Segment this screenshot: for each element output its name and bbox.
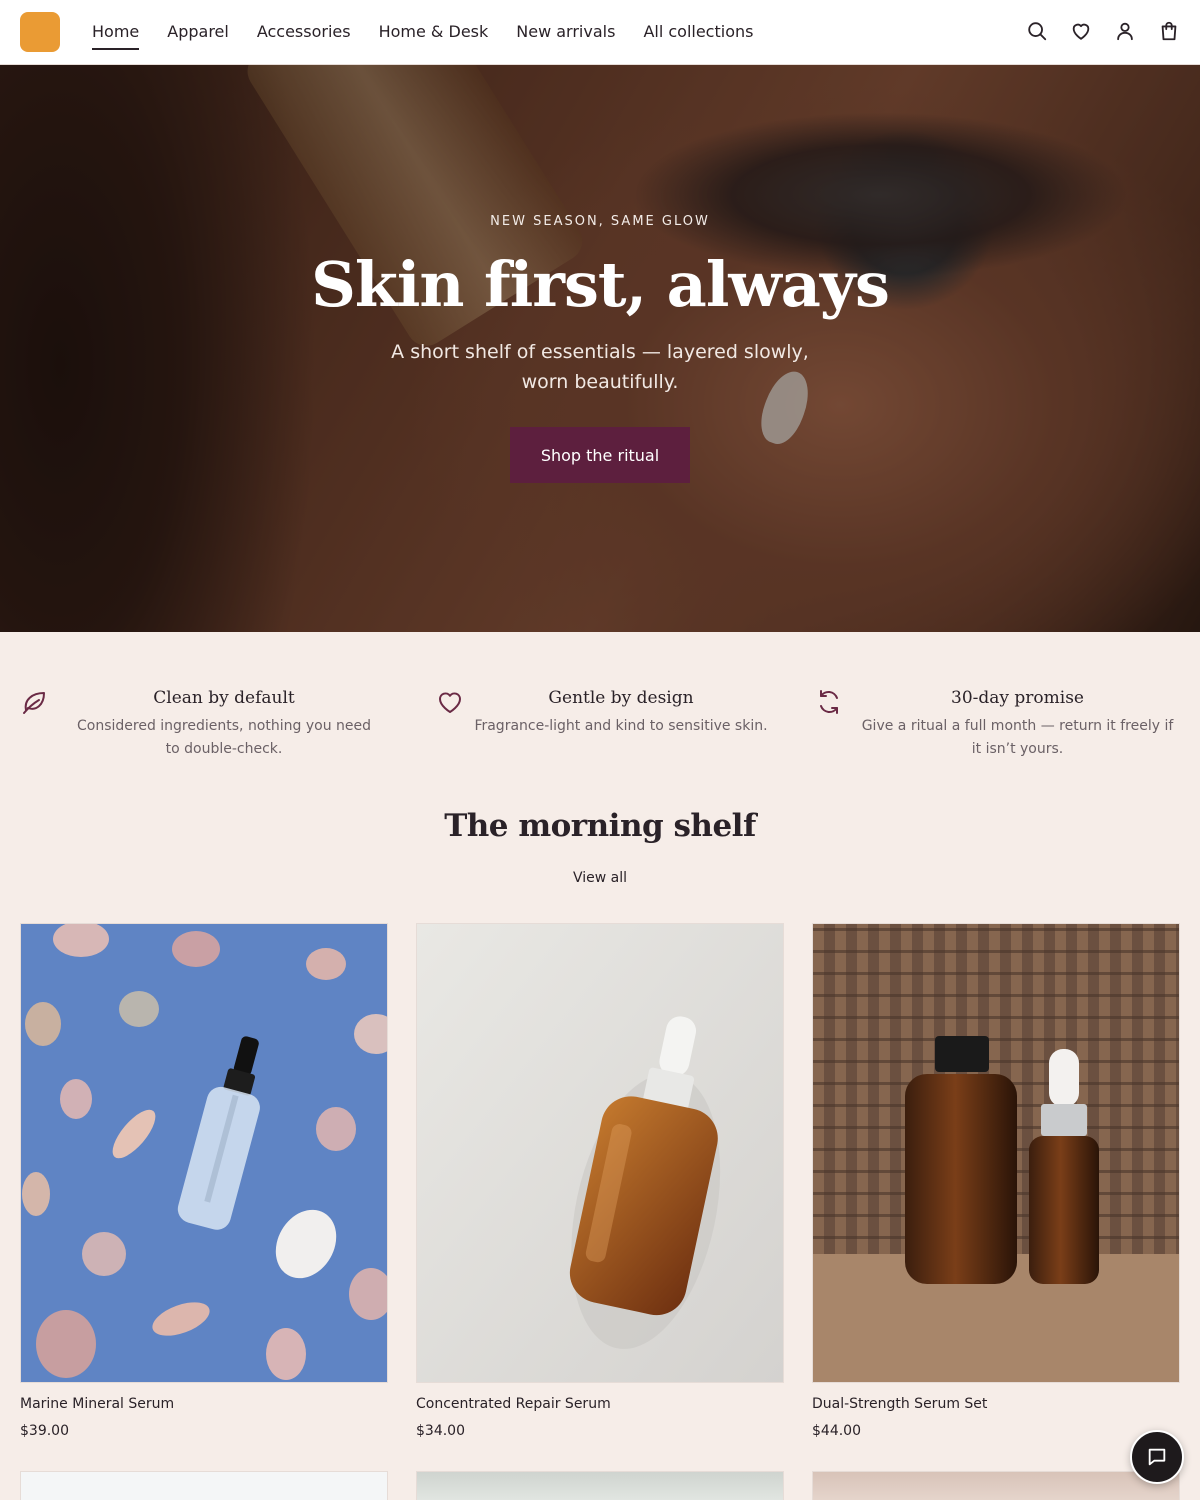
product-card-next[interactable] [812,1471,1180,1500]
search-icon[interactable] [1026,20,1048,42]
hero-subtitle: A short shelf of essentials — layered sl… [391,341,809,393]
chat-bubble-icon [1148,1448,1166,1466]
section-title: The morning shelf [444,808,756,844]
product-card-next[interactable] [20,1471,388,1500]
product-price: $44.00 [812,1423,861,1439]
leaf-icon [20,688,48,716]
product-photo-blue-shells [21,924,387,1382]
hero-banner: NEW SEASON, SAME GLOW Skin first, always… [0,65,1200,632]
product-image[interactable] [20,923,388,1383]
product-name[interactable]: Marine Mineral Serum [20,1396,174,1412]
hero-eyebrow: NEW SEASON, SAME GLOW [490,214,710,229]
feature-text: Considered ingredients, nothing you need… [76,718,371,757]
nav-item-all-collections[interactable]: All collections [643,0,753,64]
nav-item-apparel[interactable]: Apparel [167,0,229,64]
nav-item-home[interactable]: Home [92,0,140,64]
feature-title: 30-day promise [951,688,1084,708]
refresh-icon [815,688,843,716]
chat-button[interactable] [1130,1430,1184,1484]
account-icon[interactable] [1114,20,1136,42]
product-price: $34.00 [416,1423,465,1439]
feature-text: Give a ritual a full month — return it f… [861,718,1174,757]
hero-title: Skin first, always [311,248,890,321]
header-actions [1026,20,1180,42]
product-image[interactable] [416,923,784,1383]
feature-text: Fragrance-light and kind to sensitive sk… [474,718,768,734]
main-nav: Home Apparel Accessories Home & Desk New… [92,0,781,64]
view-all-link[interactable]: View all [0,870,1200,886]
wishlist-heart-icon[interactable] [1070,20,1092,42]
product-photo-serum-set [813,924,1179,1382]
cart-bag-icon[interactable] [1158,20,1180,42]
brand-logo[interactable] [20,12,60,52]
product-name[interactable]: Concentrated Repair Serum [416,1396,611,1412]
nav-item-home-desk[interactable]: Home & Desk [379,0,489,64]
feature-title: Gentle by design [548,688,694,708]
product-price: $39.00 [20,1423,69,1439]
site-header: Home Apparel Accessories Home & Desk New… [0,0,1200,65]
product-card[interactable]: Concentrated Repair Serum $34.00 [416,923,784,1439]
product-card[interactable]: Dual-Strength Serum Set $44.00 [812,923,1180,1439]
nav-item-accessories[interactable]: Accessories [257,0,351,64]
nav-item-new-arrivals[interactable]: New arrivals [516,0,615,64]
product-name[interactable]: Dual-Strength Serum Set [812,1396,987,1412]
product-photo-amber-dropper [417,924,783,1382]
product-card-next[interactable] [416,1471,784,1500]
shop-the-ritual-button[interactable]: Shop the ritual [510,427,690,483]
feature-title: Clean by default [153,688,295,708]
product-card[interactable]: Marine Mineral Serum $39.00 [20,923,388,1439]
heart-icon [436,688,464,716]
product-image[interactable] [812,923,1180,1383]
